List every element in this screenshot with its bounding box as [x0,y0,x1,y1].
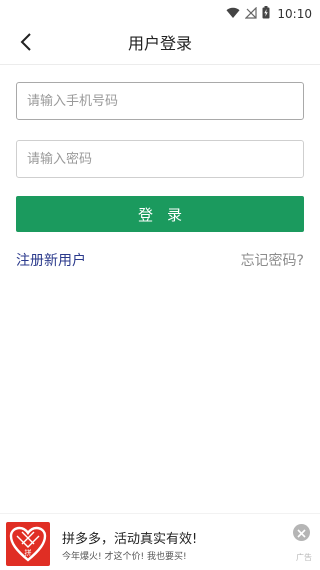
register-link[interactable]: 注册新用户 [16,250,86,270]
status-time: 10:10 [277,6,312,21]
ad-tag: 广告 [296,553,312,562]
forgot-password-link[interactable]: 忘记密码? [241,250,304,270]
chevron-left-icon [20,33,32,55]
back-button[interactable] [12,30,40,58]
status-bar: 10:10 [0,0,320,24]
password-field [16,140,304,178]
ad-subtitle: 今年爆火! 才这个价! 我也要买! [62,552,187,562]
phone-input[interactable] [17,83,303,119]
header-divider [0,64,320,65]
svg-text:拼: 拼 [25,548,32,557]
ad-title: 拼多多，活动真实有效! [62,532,198,547]
ad-banner[interactable]: 拼 拼多多，活动真实有效! 今年爆火! 才这个价! 我也要买! 广告 [0,513,320,570]
no-signal-icon [244,4,258,23]
wifi-icon [226,4,240,23]
phone-field [16,82,304,120]
close-icon [297,523,306,542]
ad-logo[interactable]: 拼 [6,522,50,566]
header: 用户登录 [0,24,320,64]
page-title: 用户登录 [127,34,192,53]
password-input[interactable] [17,141,303,177]
status-icons: 10:10 [226,4,312,23]
ad-close-button[interactable] [293,524,310,541]
battery-charging-icon [262,4,270,23]
login-button[interactable]: 登录 [16,196,304,232]
